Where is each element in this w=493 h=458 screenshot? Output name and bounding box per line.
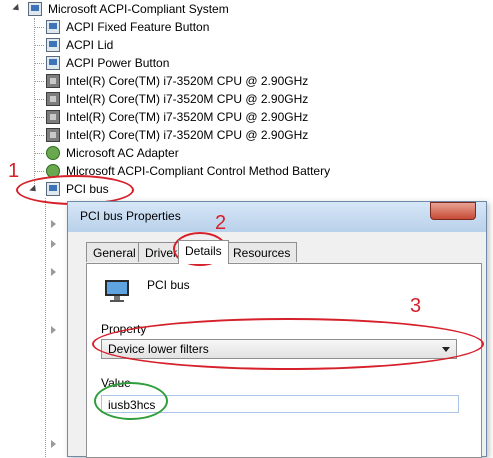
annotation-number-1: 1: [8, 160, 20, 182]
tree-item-label: Intel(R) Core(TM) i7-3520M CPU @ 2.90GHz: [66, 128, 309, 142]
device-icon: [46, 38, 60, 52]
device-icon: [46, 20, 60, 34]
device-name: PCI bus: [147, 278, 190, 292]
battery-icon: [46, 146, 60, 160]
tree-item-label: ACPI Lid: [66, 38, 114, 52]
collapse-arrow-icon[interactable]: [51, 440, 56, 448]
tree-item-label: Intel(R) Core(TM) i7-3520M CPU @ 2.90GHz: [66, 110, 309, 124]
tree-guide-line: [34, 18, 35, 186]
dialog-title: PCI bus Properties: [80, 209, 181, 223]
tab-general[interactable]: General: [86, 242, 143, 262]
tab-details[interactable]: Details: [178, 240, 229, 264]
processor-icon: [46, 74, 60, 88]
annotation-number-2: 2: [215, 212, 227, 234]
tree-item-label: Intel(R) Core(TM) i7-3520M CPU @ 2.90GHz: [66, 74, 309, 88]
processor-icon: [46, 110, 60, 124]
close-button[interactable]: [430, 202, 476, 220]
annotation-number-3: 3: [410, 295, 422, 317]
tree-item-label: Intel(R) Core(TM) i7-3520M CPU @ 2.90GHz: [66, 92, 309, 106]
tree-guide-line: [45, 198, 46, 457]
tab-resources[interactable]: Resources: [226, 242, 298, 262]
tree-item-label: Microsoft AC Adapter: [66, 146, 179, 160]
collapse-arrow-icon[interactable]: [51, 240, 56, 248]
processor-icon: [46, 128, 60, 142]
tree-item-label: ACPI Fixed Feature Button: [66, 20, 210, 34]
collapse-arrow-icon[interactable]: [51, 220, 56, 228]
tree-root-label: Microsoft ACPI-Compliant System: [48, 2, 229, 16]
device-icon: [46, 56, 60, 70]
annotation-oval-property: [92, 318, 484, 370]
processor-icon: [46, 92, 60, 106]
collapse-arrow-icon[interactable]: [51, 326, 56, 334]
collapse-arrow-icon[interactable]: [51, 268, 56, 276]
system-device-icon: [28, 2, 42, 16]
expand-arrow-icon[interactable]: [12, 3, 22, 14]
dialog-titlebar[interactable]: PCI bus Properties: [68, 202, 486, 232]
tree-item-label: ACPI Power Button: [66, 56, 170, 70]
monitor-icon: [105, 280, 129, 302]
annotation-oval-value: [94, 382, 168, 420]
